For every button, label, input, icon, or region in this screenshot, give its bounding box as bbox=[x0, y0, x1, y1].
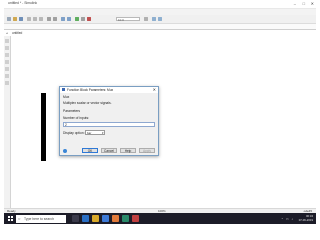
search-icon: ○ bbox=[18, 215, 21, 221]
task-view-icon[interactable] bbox=[72, 215, 79, 222]
scope-icon[interactable] bbox=[152, 16, 156, 21]
dialog-title: Function Block Parameters: Mux bbox=[67, 88, 114, 92]
dialog-close-icon[interactable]: ✕ bbox=[153, 87, 156, 93]
redo-icon[interactable] bbox=[53, 16, 57, 21]
windows-start-icon[interactable] bbox=[8, 216, 13, 221]
open-icon[interactable] bbox=[13, 16, 17, 21]
save-icon[interactable] bbox=[19, 16, 23, 21]
help-button[interactable]: Help bbox=[120, 148, 136, 153]
display-option-label: Display option: bbox=[63, 130, 85, 135]
cancel-button[interactable]: Cancel bbox=[101, 148, 117, 153]
image-icon[interactable] bbox=[5, 74, 9, 78]
window-title: untitled * - Simulink bbox=[8, 1, 38, 5]
file-explorer-icon[interactable] bbox=[92, 215, 99, 222]
annotation-icon[interactable] bbox=[5, 67, 9, 71]
area-icon[interactable] bbox=[5, 81, 9, 85]
dialog-titlebar: Function Block Parameters: Mux ✕ bbox=[60, 87, 158, 93]
maximize-button[interactable]: □ bbox=[303, 1, 305, 6]
matlab-icon[interactable] bbox=[112, 215, 119, 222]
tool-palette bbox=[4, 36, 11, 208]
stop-time-input[interactable]: 10.0 bbox=[116, 16, 140, 22]
undo-icon[interactable] bbox=[47, 16, 51, 21]
app2-icon[interactable] bbox=[132, 215, 139, 222]
clock[interactable]: 00:34 07-06-2019 bbox=[299, 214, 313, 222]
close-button[interactable]: ✕ bbox=[311, 1, 314, 6]
windows-taskbar: ○ Type here to search ^ ▭ ♪ 00:34 07-06-… bbox=[4, 213, 316, 224]
minimize-button[interactable]: – bbox=[294, 1, 296, 6]
mode-select-icon[interactable] bbox=[144, 16, 148, 21]
window-titlebar: untitled * - Simulink – □ ✕ bbox=[4, 0, 316, 9]
edge-browser-icon[interactable] bbox=[82, 215, 89, 222]
step-icon[interactable] bbox=[81, 16, 85, 21]
cut-icon[interactable] bbox=[27, 16, 31, 21]
search-placeholder: Type here to search bbox=[24, 216, 54, 221]
help-icon[interactable] bbox=[63, 148, 67, 153]
copy-icon[interactable] bbox=[33, 16, 37, 21]
parameters-heading: Parameters bbox=[63, 109, 81, 113]
library-browser-icon[interactable] bbox=[67, 16, 71, 21]
mux-block[interactable] bbox=[41, 93, 46, 161]
ok-button[interactable]: OK bbox=[82, 148, 98, 153]
model-canvas[interactable] bbox=[11, 36, 316, 208]
num-inputs-label: Number of inputs: bbox=[63, 116, 90, 120]
run-icon[interactable] bbox=[75, 16, 79, 21]
store-icon[interactable] bbox=[102, 215, 109, 222]
desktop-screen: untitled * - Simulink – □ ✕ File Edit Vi… bbox=[4, 0, 316, 224]
num-inputs-field[interactable]: 2 bbox=[63, 122, 155, 127]
model-explorer-icon[interactable] bbox=[61, 16, 65, 21]
fit-view-icon[interactable] bbox=[5, 53, 9, 57]
block-type-label: Mux bbox=[63, 95, 70, 99]
block-parameters-dialog: Function Block Parameters: Mux ✕ Mux Mul… bbox=[59, 86, 159, 156]
apply-button[interactable]: Apply bbox=[139, 148, 155, 153]
taskbar-search-box[interactable]: ○ Type here to search bbox=[16, 214, 66, 223]
display-option-select[interactable]: bar ▾ bbox=[85, 130, 105, 135]
stop-icon[interactable] bbox=[87, 16, 91, 21]
diagnostics-icon[interactable] bbox=[158, 16, 162, 21]
block-description: Multiplex scalar or vector signals. bbox=[63, 101, 112, 105]
zoom-in-icon[interactable] bbox=[5, 39, 9, 43]
simulink-icon bbox=[62, 88, 65, 92]
toolbar: 10.0 bbox=[4, 15, 316, 24]
paste-icon[interactable] bbox=[39, 16, 43, 21]
new-model-icon[interactable] bbox=[7, 16, 11, 21]
app-icon[interactable] bbox=[122, 215, 129, 222]
chevron-down-icon: ▾ bbox=[101, 131, 104, 135]
system-tray-icons[interactable]: ^ ▭ ♪ bbox=[282, 217, 294, 221]
clock-date: 07-06-2019 bbox=[298, 218, 313, 222]
zoom-out-icon[interactable] bbox=[5, 46, 9, 50]
display-option-value: bar bbox=[87, 131, 92, 135]
hide-explorer-icon[interactable] bbox=[5, 60, 9, 64]
